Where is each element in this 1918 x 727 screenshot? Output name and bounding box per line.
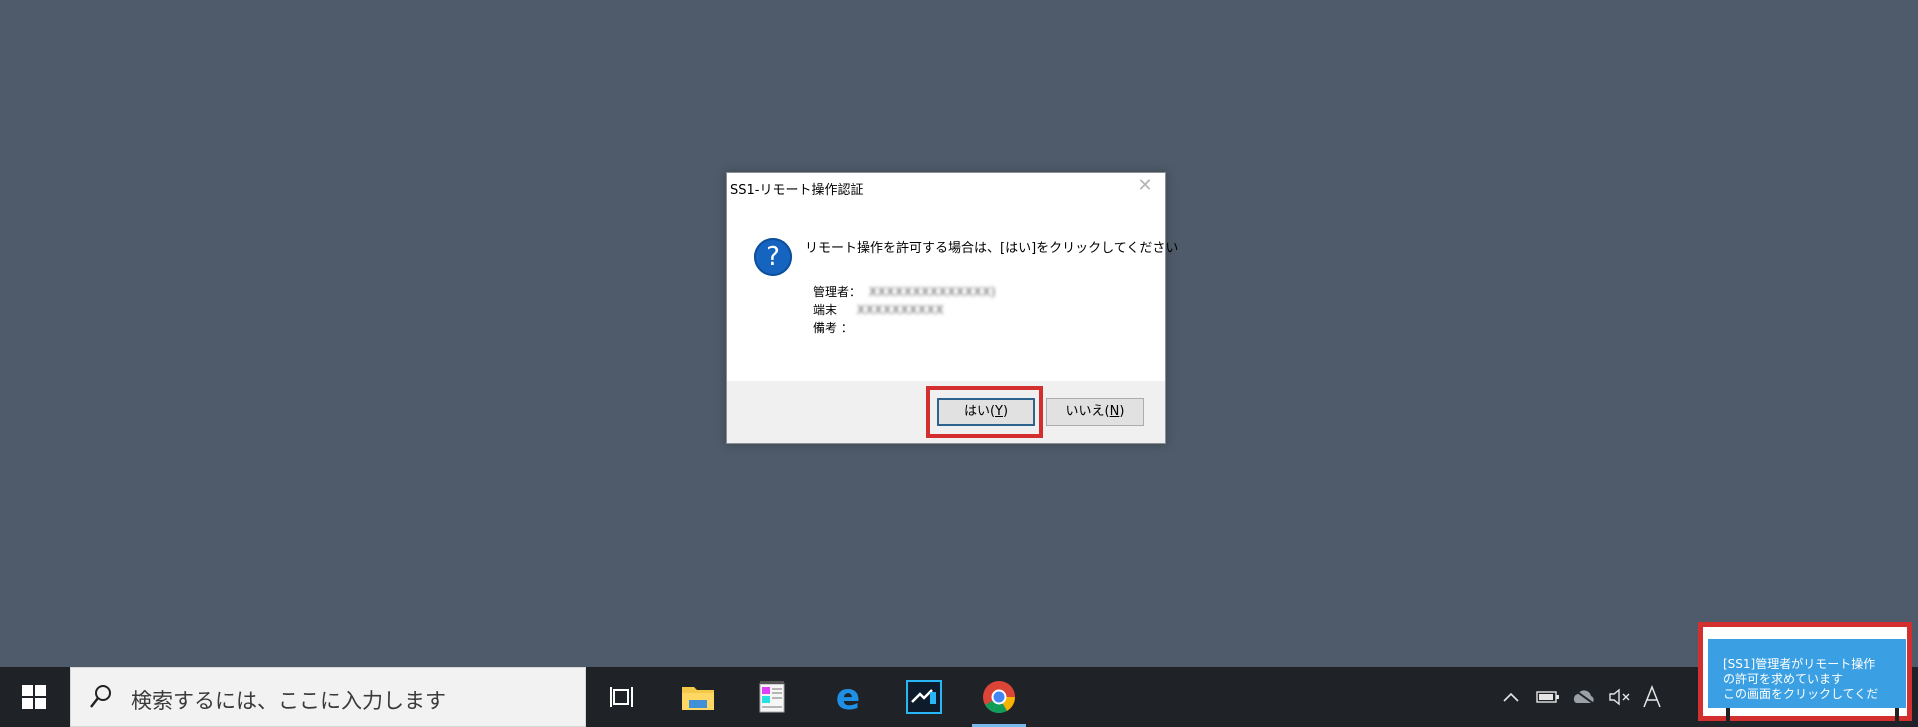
dialog-message: リモート操作を許可する場合は、[はい]をクリックしてください [805, 241, 1179, 256]
volume-muted-icon[interactable] [1606, 667, 1634, 727]
edge-button[interactable]: e [818, 667, 878, 727]
chrome-button[interactable] [969, 667, 1029, 727]
edge-icon: e [836, 680, 860, 714]
windows-logo-icon [22, 685, 46, 709]
remote-viewer-icon [906, 680, 942, 714]
task-view-icon [610, 687, 633, 707]
note-row: 備考 ： [813, 319, 861, 336]
dialog-title: SS1-リモート操作認証 [730, 183, 864, 198]
dialog-footer: はい(Y) いいえ(N) [727, 381, 1165, 443]
file-explorer-button[interactable] [668, 667, 728, 727]
search-box[interactable]: 検索するには、ここに入力します [70, 667, 586, 727]
remote-viewer-button[interactable] [894, 667, 954, 727]
notification-line: の許可を求めています [1723, 672, 1844, 686]
battery-icon[interactable] [1534, 667, 1562, 727]
notepad-icon [759, 681, 785, 713]
note-label: 備考 ： [813, 321, 853, 335]
onedrive-icon[interactable] [1570, 667, 1600, 727]
taskbar: 検索するには、ここに入力します e [0, 667, 1918, 727]
notepad-button[interactable] [742, 667, 802, 727]
terminal-value: XXXXXXXXXX [856, 303, 945, 317]
folder-icon [682, 687, 714, 710]
admin-row: 管理者： XXXXXXXXXXXXXX) [813, 283, 996, 300]
terminal-label: 端末 [813, 303, 838, 317]
yes-button[interactable]: はい(Y) [937, 398, 1035, 426]
chrome-icon [983, 681, 1016, 714]
ime-mode-icon[interactable] [1640, 667, 1664, 727]
search-icon [90, 685, 111, 708]
show-hidden-icons-chevron-up-icon[interactable] [1500, 667, 1522, 727]
admin-value: XXXXXXXXXXXXXX) [868, 285, 997, 299]
question-icon: ? [754, 238, 792, 276]
notification-line: [SS1]管理者がリモート操作 [1723, 657, 1876, 671]
search-placeholder: 検索するには、ここに入力します [131, 689, 446, 713]
admin-label: 管理者： [813, 285, 862, 299]
remote-auth-dialog: SS1-リモート操作認証 ✕ ? リモート操作を許可する場合は、[はい]をクリッ… [726, 172, 1178, 444]
terminal-row: 端末 XXXXXXXXXX [813, 301, 944, 318]
no-button[interactable]: いいえ(N) [1046, 398, 1144, 426]
task-view-button[interactable] [592, 667, 652, 727]
remote-request-notification[interactable]: [SS1]管理者がリモート操作 の許可を求めています この画面をクリックしてくだ [1708, 639, 1906, 708]
svg-text:e: e [836, 680, 860, 714]
start-button[interactable] [0, 667, 68, 727]
notification-line: この画面をクリックしてくだ [1723, 687, 1879, 701]
close-icon[interactable]: ✕ [1135, 176, 1155, 196]
